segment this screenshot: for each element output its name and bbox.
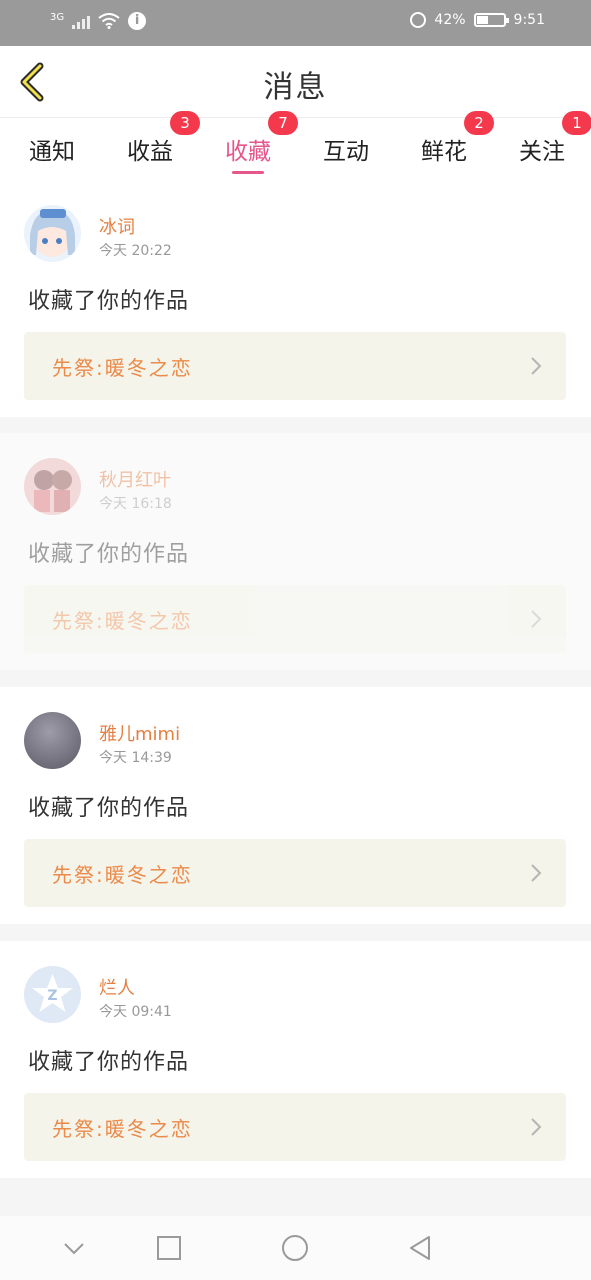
- status-left: 3G i: [50, 11, 147, 30]
- status-bar: 3G i 42% 9:51: [0, 0, 591, 46]
- tab-badge: 1: [562, 111, 591, 135]
- signal-icon: [72, 13, 91, 29]
- timestamp: 今天 20:22: [99, 243, 172, 259]
- avatar[interactable]: Z: [24, 966, 81, 1023]
- status-right: 42% 9:51: [410, 12, 545, 28]
- tab-interactions[interactable]: 互动: [310, 118, 382, 180]
- tab-favorites[interactable]: 收藏 7: [212, 111, 298, 180]
- wifi-icon: [98, 13, 120, 29]
- tab-flowers[interactable]: 鲜花 2: [408, 111, 494, 180]
- tab-label: 通知: [29, 139, 75, 165]
- work-link[interactable]: 先祭:暖冬之恋: [24, 585, 566, 653]
- circle-icon[interactable]: [281, 1234, 309, 1262]
- work-link[interactable]: 先祭:暖冬之恋: [24, 332, 566, 400]
- message-text: 收藏了你的作品: [28, 542, 190, 567]
- work-title: 先祭:暖冬之恋: [52, 609, 193, 633]
- info-icon: i: [128, 12, 147, 30]
- avatar[interactable]: [24, 205, 81, 262]
- active-tab-indicator: [232, 171, 264, 174]
- chevron-right-icon: [531, 357, 542, 375]
- message-card: 冰词 今天 20:22 收藏了你的作品 先祭:暖冬之恋: [0, 180, 591, 417]
- tab-earnings[interactable]: 收益 3: [114, 111, 200, 180]
- timestamp: 今天 14:39: [99, 750, 172, 766]
- avatar[interactable]: [24, 712, 81, 769]
- system-nav-bar: [0, 1216, 591, 1280]
- clock: 9:51: [513, 12, 545, 28]
- message-card: 秋月红叶 今天 16:18 收藏了你的作品 先祭:暖冬之恋: [0, 433, 591, 670]
- message-text: 收藏了你的作品: [28, 1050, 190, 1075]
- battery-percent: 42%: [434, 12, 466, 28]
- tab-badge: 7: [268, 111, 298, 135]
- timestamp: 今天 16:18: [99, 496, 172, 512]
- battery-fill: [476, 16, 488, 24]
- message-text: 收藏了你的作品: [28, 796, 190, 821]
- message-card: 雅儿mimi 今天 14:39 收藏了你的作品 先祭:暖冬之恋: [0, 687, 591, 924]
- tab-label: 互动: [323, 139, 369, 165]
- triangle-back-icon[interactable]: [406, 1234, 434, 1262]
- avatar[interactable]: [24, 458, 81, 515]
- work-link[interactable]: 先祭:暖冬之恋: [24, 839, 566, 907]
- work-link[interactable]: 先祭:暖冬之恋: [24, 1093, 566, 1161]
- user-name[interactable]: 烂人: [99, 974, 135, 1000]
- header: 消息: [0, 46, 591, 118]
- battery-icon: [473, 13, 509, 27]
- tab-bar: 通知 收益 3 收藏 7 互动 鲜花 2 关注 1: [0, 111, 591, 180]
- chevron-right-icon: [531, 1118, 542, 1136]
- chevron-right-icon: [531, 864, 542, 882]
- work-title: 先祭:暖冬之恋: [52, 863, 193, 887]
- message-card: Z 烂人 今天 09:41 收藏了你的作品 先祭:暖冬之恋: [0, 941, 591, 1178]
- page-title: 消息: [263, 70, 328, 105]
- chevron-right-icon: [531, 610, 542, 628]
- message-text: 收藏了你的作品: [28, 289, 190, 314]
- user-name[interactable]: 秋月红叶: [99, 466, 171, 492]
- tab-badge: 2: [464, 111, 494, 135]
- svg-text:Z: Z: [47, 988, 57, 1004]
- square-icon[interactable]: [155, 1234, 183, 1262]
- user-name[interactable]: 雅儿mimi: [99, 720, 180, 746]
- work-title: 先祭:暖冬之恋: [52, 1117, 193, 1141]
- chevron-down-icon[interactable]: [60, 1234, 88, 1262]
- tab-follows[interactable]: 关注 1: [506, 111, 591, 180]
- work-title: 先祭:暖冬之恋: [52, 356, 193, 380]
- tab-notifications[interactable]: 通知: [16, 118, 88, 180]
- tab-badge: 3: [170, 111, 200, 135]
- alarm-icon: [410, 12, 427, 28]
- user-name[interactable]: 冰词: [99, 213, 135, 239]
- timestamp: 今天 09:41: [99, 1004, 172, 1020]
- network-type: 3G: [50, 11, 65, 23]
